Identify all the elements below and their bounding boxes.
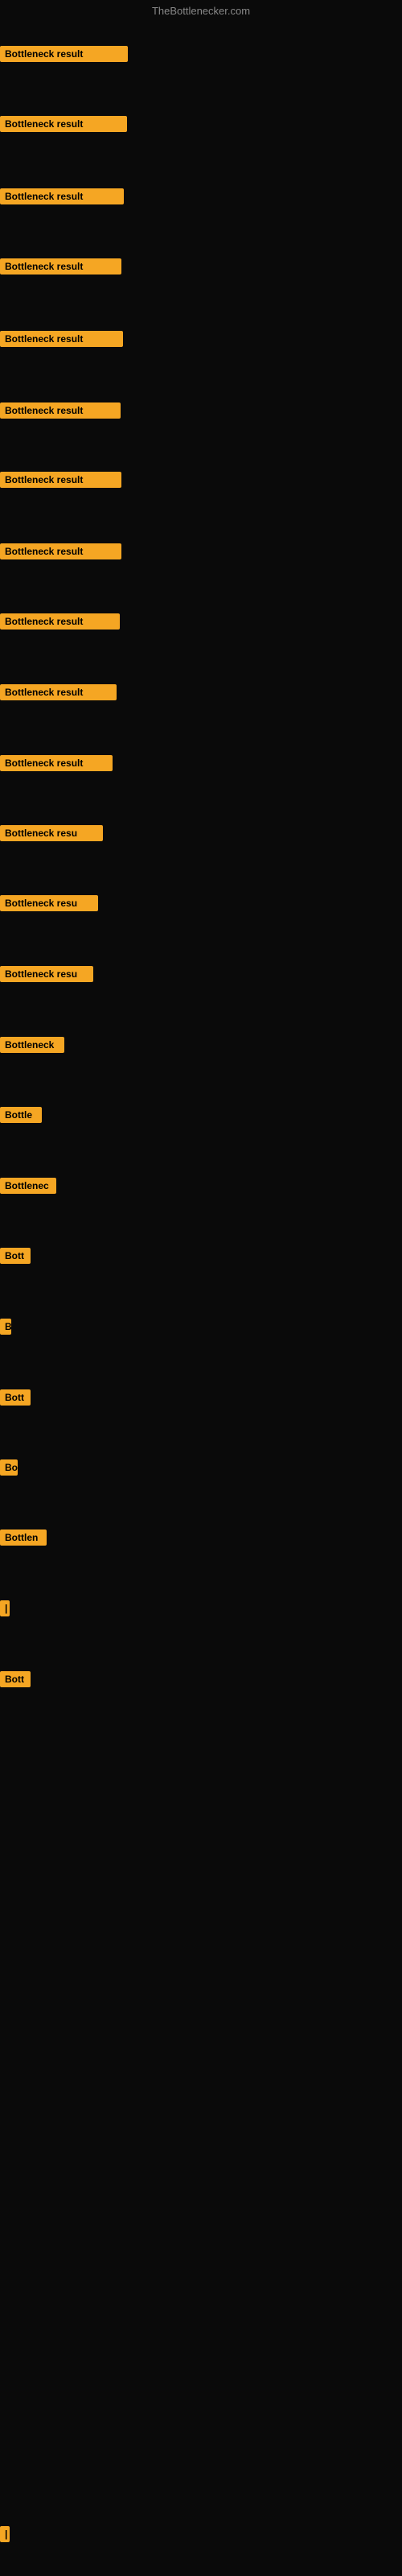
badge-8: Bottleneck result	[0, 543, 121, 559]
badge-13: Bottleneck resu	[0, 895, 98, 911]
badge-6: Bottleneck result	[0, 402, 121, 419]
site-title: TheBottlenecker.com	[0, 5, 402, 17]
badge-18: Bott	[0, 1248, 31, 1264]
badge-20: Bott	[0, 1389, 31, 1406]
badge-16: Bottle	[0, 1107, 42, 1123]
badge-12: Bottleneck resu	[0, 825, 103, 841]
badge-25: |	[0, 2526, 10, 2542]
badge-9: Bottleneck result	[0, 613, 120, 630]
badge-15: Bottleneck	[0, 1037, 64, 1053]
badge-23: |	[0, 1600, 10, 1616]
badge-2: Bottleneck result	[0, 116, 127, 132]
badge-10: Bottleneck result	[0, 684, 117, 700]
badge-4: Bottleneck result	[0, 258, 121, 275]
badge-24: Bott	[0, 1671, 31, 1687]
badge-19: B	[0, 1319, 11, 1335]
badge-5: Bottleneck result	[0, 331, 123, 347]
badge-7: Bottleneck result	[0, 472, 121, 488]
badge-14: Bottleneck resu	[0, 966, 93, 982]
badge-22: Bottlen	[0, 1530, 47, 1546]
badge-3: Bottleneck result	[0, 188, 124, 204]
badge-21: Bo	[0, 1459, 18, 1476]
badge-1: Bottleneck result	[0, 46, 128, 62]
badge-11: Bottleneck result	[0, 755, 113, 771]
badge-17: Bottlenec	[0, 1178, 56, 1194]
